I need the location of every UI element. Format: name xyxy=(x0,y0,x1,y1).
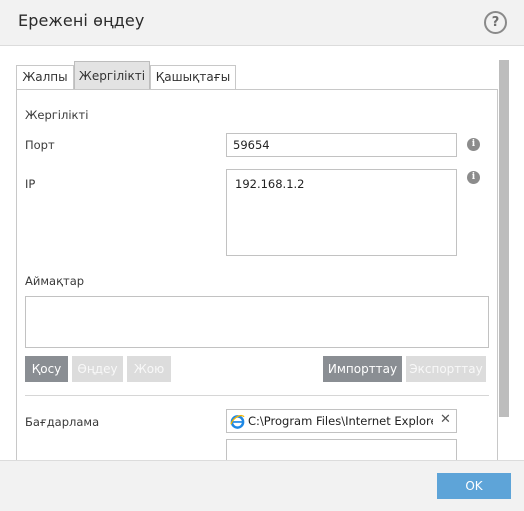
export-zone-button[interactable]: Экспорттау xyxy=(406,356,486,382)
program-path: C:\Program Files\Internet Explorer\ xyxy=(248,414,433,428)
scrollbar-thumb[interactable] xyxy=(499,60,509,417)
port-label: Порт xyxy=(25,138,55,152)
ip-info-icon[interactable]: i xyxy=(467,171,480,184)
secondary-input[interactable] xyxy=(226,439,457,460)
clear-icon[interactable]: ✕ xyxy=(440,412,451,427)
tab-remote[interactable]: Қашықтағы xyxy=(150,65,236,90)
footer: OK xyxy=(0,460,524,511)
edit-zone-button[interactable]: Өңдеу xyxy=(72,356,123,382)
help-icon[interactable]: ? xyxy=(484,11,507,34)
ip-textarea[interactable]: 192.168.1.2 xyxy=(226,169,457,256)
add-zone-button[interactable]: Қосу xyxy=(25,356,68,382)
internet-explorer-icon xyxy=(230,414,245,429)
dialog-content: Жалпы Жергілікті Қашықтағы Жергілікті По… xyxy=(0,47,524,460)
scrollbar[interactable] xyxy=(499,60,509,450)
ok-button[interactable]: OK xyxy=(437,473,511,499)
port-info-icon[interactable]: i xyxy=(467,138,480,151)
zones-label: Аймақтар xyxy=(25,274,85,288)
program-input[interactable]: C:\Program Files\Internet Explorer\ ✕ xyxy=(226,409,457,433)
program-label: Бағдарлама xyxy=(25,415,100,429)
section-title: Жергілікті xyxy=(25,108,89,122)
separator xyxy=(25,395,489,396)
port-input[interactable]: 59654 xyxy=(226,133,457,157)
tab-general[interactable]: Жалпы xyxy=(16,65,74,90)
ip-label: IP xyxy=(25,177,36,191)
delete-zone-button[interactable]: Жою xyxy=(127,356,171,382)
title-bar: Ережені өңдеу ? xyxy=(0,0,524,46)
zones-list[interactable] xyxy=(25,296,489,348)
import-zone-button[interactable]: Импорттау xyxy=(323,356,402,382)
window-title: Ережені өңдеу xyxy=(18,11,145,30)
tab-local[interactable]: Жергілікті xyxy=(74,61,150,90)
